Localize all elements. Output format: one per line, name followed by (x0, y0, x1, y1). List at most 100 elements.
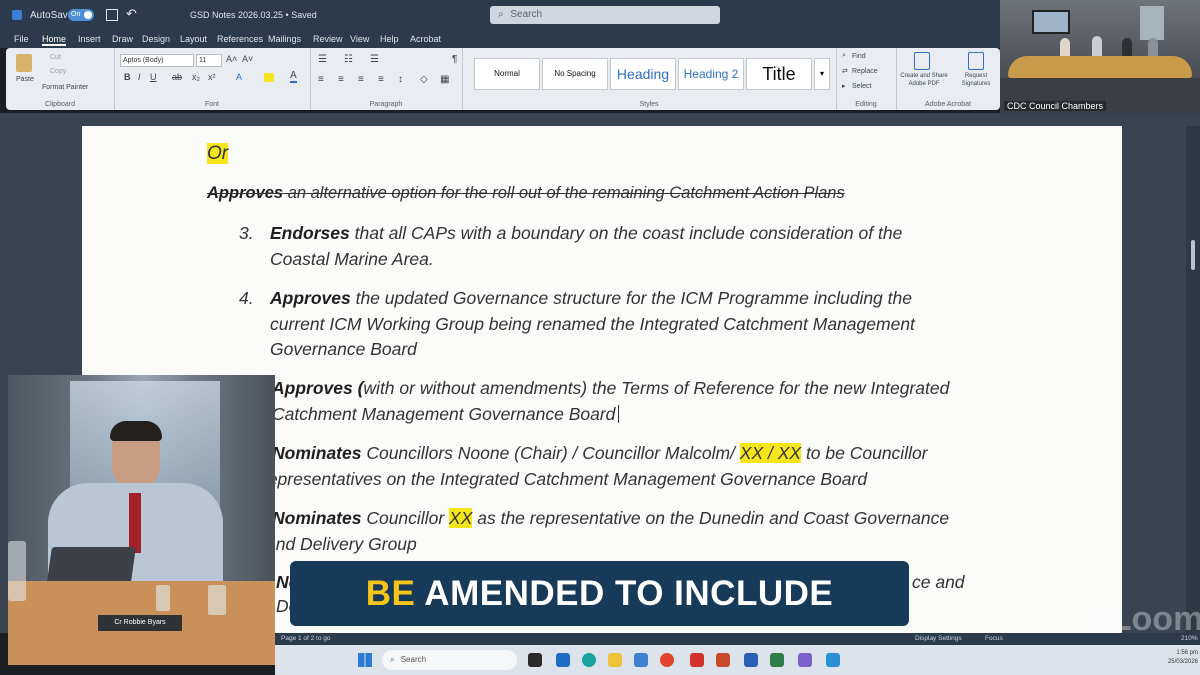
word-logo-icon (12, 10, 22, 20)
font-group: Aptos (Body) 11 A˄ A˅ B I U ab x₂ x² A A… (114, 48, 311, 110)
tab-review[interactable]: Review (313, 34, 343, 44)
find-button[interactable]: Find (852, 53, 866, 60)
tab-layout[interactable]: Layout (180, 34, 207, 44)
clock-date: 25/03/2026 (1167, 659, 1198, 665)
shading-icon[interactable]: ◇ (420, 74, 428, 85)
search-icon: ⌕ (498, 9, 504, 20)
powerpoint-icon[interactable] (716, 653, 730, 667)
scrollbar-thumb[interactable] (1191, 240, 1195, 270)
clipboard-label: Clipboard (45, 101, 75, 108)
select-button[interactable]: Select (852, 83, 871, 90)
align-right-icon[interactable]: ≡ (358, 74, 364, 85)
align-center-icon[interactable]: ≡ (338, 74, 344, 85)
store-icon[interactable] (634, 653, 648, 667)
tab-design[interactable]: Design (142, 34, 170, 44)
superscript-icon[interactable]: x² (208, 72, 216, 82)
edge-icon[interactable] (582, 653, 596, 667)
bold-icon[interactable]: B (124, 72, 131, 82)
undo-icon[interactable]: ↶ (126, 6, 137, 22)
acrobat-icon[interactable] (690, 653, 704, 667)
task-view-icon[interactable] (528, 653, 542, 667)
select-icon: ▸ (842, 83, 846, 90)
style-no-spacing[interactable]: No Spacing (542, 58, 608, 90)
font-size-select[interactable]: 11 (196, 54, 222, 67)
tab-home[interactable]: Home (42, 34, 67, 46)
app-icon[interactable] (826, 653, 840, 667)
tab-view[interactable]: View (350, 34, 369, 44)
paste-button[interactable]: Paste (16, 76, 34, 83)
system-clock[interactable]: 1:56 pm 25/03/2026 (1150, 649, 1198, 667)
highlight-color-icon[interactable] (264, 73, 274, 82)
tab-insert[interactable]: Insert (78, 34, 101, 44)
water-glass (156, 585, 170, 611)
font-name-select[interactable]: Aptos (Body) (120, 54, 194, 67)
multilevel-list-icon[interactable]: ☰ (370, 54, 379, 65)
water-glass (208, 585, 226, 615)
file-explorer-icon[interactable] (608, 653, 622, 667)
underline-icon[interactable]: U (150, 72, 157, 82)
outlook-icon[interactable] (556, 653, 570, 667)
subscript-icon[interactable]: x₂ (192, 72, 200, 82)
cut-button[interactable]: Cut (50, 54, 61, 61)
speaker-nameplate: Cr Robbie Byars (98, 615, 182, 631)
save-icon[interactable] (106, 9, 118, 21)
strikethrough-icon[interactable]: ab (172, 72, 182, 82)
vertical-scrollbar[interactable] (1186, 126, 1200, 633)
tab-mailings[interactable]: Mailings (268, 34, 301, 44)
bullets-icon[interactable]: ☰ (318, 54, 327, 65)
autosave-toggle[interactable]: On (68, 9, 94, 21)
item-4-line-3: Governance Board (270, 339, 417, 359)
italic-icon[interactable]: I (138, 72, 141, 82)
font-color-icon[interactable]: A (290, 70, 297, 83)
align-left-icon[interactable]: ≡ (318, 74, 324, 85)
clipboard-group: Paste Cut Copy Format Painter Clipboard (6, 48, 115, 110)
speaker-hair (110, 421, 162, 441)
editing-group: ⌕ Find ⇄ Replace ▸ Select Editing (836, 48, 897, 110)
format-painter-button[interactable]: Format Painter (42, 84, 88, 91)
numbering-icon[interactable]: ☷ (344, 54, 353, 65)
chamber-screen (1032, 10, 1070, 34)
chrome-icon[interactable] (660, 653, 674, 667)
ribbon: Paste Cut Copy Format Painter Clipboard … (6, 48, 1000, 110)
style-title[interactable]: Title (746, 58, 812, 90)
borders-icon[interactable]: ▦ (440, 74, 449, 85)
style-normal[interactable]: Normal (474, 58, 540, 90)
text-effects-icon[interactable]: A (236, 72, 242, 82)
grow-font-icon[interactable]: A˄ (226, 54, 237, 64)
styles-more-icon[interactable]: ▾ (814, 58, 830, 90)
replace-button[interactable]: Replace (852, 68, 878, 75)
editing-label: Editing (855, 101, 877, 108)
style-heading[interactable]: Heading (610, 58, 676, 90)
item-7-line-1: Nominates Councillor XX as the represent… (272, 508, 950, 528)
doc-title: GSD Notes 2026.03.25 • Saved (190, 10, 317, 20)
search-icon: ⌕ (390, 655, 395, 664)
request-signatures-button[interactable]: Request Signatures (956, 72, 996, 88)
style-heading-2[interactable]: Heading 2 (678, 58, 744, 90)
zoom-level[interactable]: 210% (1181, 633, 1198, 645)
tab-help[interactable]: Help (380, 34, 399, 44)
tab-references[interactable]: References (217, 34, 263, 44)
copy-button[interactable]: Copy (50, 68, 66, 75)
display-settings-button[interactable]: Display Settings (915, 633, 962, 645)
tab-acrobat[interactable]: Acrobat (410, 34, 441, 44)
excel-icon[interactable] (770, 653, 784, 667)
show-marks-icon[interactable]: ¶ (452, 54, 457, 65)
app-icon[interactable] (798, 653, 812, 667)
search-input[interactable]: ⌕ Search (490, 6, 720, 24)
justify-icon[interactable]: ≡ (378, 74, 384, 85)
acrobat-group: Create and Share Adobe PDF Request Signa… (896, 48, 1000, 110)
word-icon[interactable] (744, 653, 758, 667)
clock-time: 1:56 pm (1176, 650, 1198, 656)
item-3-number: 3. (239, 223, 254, 243)
tab-draw[interactable]: Draw (112, 34, 133, 44)
line-spacing-icon[interactable]: ↕ (398, 74, 403, 85)
focus-button[interactable]: Focus (985, 633, 1003, 645)
shrink-font-icon[interactable]: A˅ (242, 54, 253, 64)
styles-group: Normal No Spacing Heading Heading 2 Titl… (462, 48, 837, 110)
taskbar-search[interactable]: ⌕ Search (382, 650, 517, 670)
tab-file[interactable]: File (14, 34, 29, 44)
item-6-line-1: Nominates Councillors Noone (Chair) / Co… (272, 443, 928, 463)
acrobat-label: Adobe Acrobat (925, 101, 971, 108)
start-icon[interactable] (358, 653, 372, 667)
create-pdf-button[interactable]: Create and Share Adobe PDF (898, 72, 950, 88)
